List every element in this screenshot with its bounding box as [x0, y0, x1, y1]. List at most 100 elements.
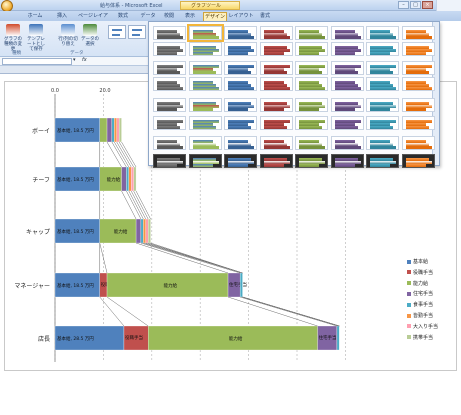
chart-style-thumb[interactable]: [330, 154, 364, 168]
legend-item[interactable]: 基本給: [407, 258, 428, 268]
chart-style-thumb[interactable]: [259, 154, 293, 168]
chart-style-thumb[interactable]: [259, 98, 293, 112]
chart-style-thumb[interactable]: [295, 154, 328, 168]
chart-style-thumb[interactable]: [259, 26, 293, 40]
legend-item[interactable]: 皆勤手当: [407, 312, 433, 322]
chart-style-thumb[interactable]: [366, 61, 399, 75]
thumb-line: [112, 34, 120, 36]
chart-style-thumb[interactable]: [295, 42, 328, 56]
tab-4[interactable]: データ: [138, 12, 158, 21]
chart-style-thumb[interactable]: [188, 42, 222, 56]
chart-style-thumb[interactable]: [153, 77, 186, 91]
chart-style-thumb[interactable]: [153, 26, 186, 40]
tab-5[interactable]: 校閲: [160, 12, 178, 21]
chart-style-thumb[interactable]: [330, 98, 364, 112]
chart-style-thumb[interactable]: [224, 42, 257, 56]
chart-style-thumb[interactable]: [153, 154, 186, 168]
chart-style-thumb[interactable]: [224, 154, 257, 168]
chart-style-thumb[interactable]: [188, 77, 222, 91]
chart-style-thumb[interactable]: [186, 24, 224, 42]
chart-style-thumb[interactable]: [295, 61, 328, 75]
chart-style-thumb[interactable]: [259, 61, 293, 75]
chart-style-thumb[interactable]: [366, 77, 399, 91]
chart-style-thumb[interactable]: [153, 61, 186, 75]
maximize-button[interactable]: □: [410, 1, 421, 9]
thumb-line: [132, 29, 142, 31]
chart-styles-gallery[interactable]: [148, 21, 440, 168]
chart-style-thumb[interactable]: [401, 116, 435, 130]
tab-1[interactable]: 挿入: [52, 12, 72, 21]
chart-style-thumb[interactable]: [188, 61, 222, 75]
chart-style-thumb[interactable]: [188, 116, 222, 130]
chart-style-thumb[interactable]: [401, 136, 435, 150]
quick-layout-thumb[interactable]: [108, 25, 126, 39]
tab-2[interactable]: ページレイアウト: [76, 12, 110, 28]
tab-9[interactable]: 書式: [256, 12, 274, 21]
chart-style-thumb[interactable]: [295, 116, 328, 130]
chart-style-thumb[interactable]: [188, 98, 222, 112]
tab-0[interactable]: ホーム: [22, 12, 48, 21]
thumb-bar: [299, 108, 319, 111]
legend-item[interactable]: 役職手当: [407, 269, 433, 279]
chart-style-thumb[interactable]: [224, 98, 257, 112]
chart-style-thumb[interactable]: [330, 26, 364, 40]
chart-style-thumb[interactable]: [330, 42, 364, 56]
ribbon-button-3[interactable]: データの選択: [80, 24, 100, 47]
legend-item[interactable]: 能力給: [407, 280, 428, 290]
chart-style-thumb[interactable]: [330, 136, 364, 150]
chart-style-thumb[interactable]: [401, 26, 435, 40]
chart-style-thumb[interactable]: [224, 61, 257, 75]
legend-item[interactable]: 食事手当: [407, 301, 433, 311]
chart-style-thumb[interactable]: [295, 26, 328, 40]
chart-style-thumb[interactable]: [295, 77, 328, 91]
name-box[interactable]: [2, 58, 72, 65]
chart-style-thumb[interactable]: [295, 98, 328, 112]
chart-style-thumb[interactable]: [401, 61, 435, 75]
chart-style-thumb[interactable]: [366, 42, 399, 56]
tab-8[interactable]: レイアウト: [228, 12, 254, 21]
chart-style-thumb[interactable]: [153, 42, 186, 56]
legend-item[interactable]: 住宅手当: [407, 290, 433, 300]
quick-layout-thumb[interactable]: [128, 25, 146, 39]
legend-item[interactable]: 携帯手当: [407, 334, 433, 344]
chart-style-thumb[interactable]: [366, 26, 399, 40]
chart-style-thumb[interactable]: [401, 42, 435, 56]
chart-style-thumb[interactable]: [259, 77, 293, 91]
chart-style-thumb[interactable]: [153, 98, 186, 112]
chart-style-thumb[interactable]: [401, 77, 435, 91]
ribbon-button-2[interactable]: 行/列の切り替え: [58, 24, 78, 47]
chart-style-thumb[interactable]: [366, 136, 399, 150]
chart-style-thumb[interactable]: [259, 42, 293, 56]
tab-7[interactable]: デザイン: [203, 12, 227, 21]
chart-style-thumb[interactable]: [153, 116, 186, 130]
chart-style-thumb[interactable]: [330, 61, 364, 75]
close-button[interactable]: ×: [422, 1, 433, 9]
chart-style-thumb[interactable]: [401, 98, 435, 112]
chart-style-thumb[interactable]: [259, 136, 293, 150]
thumb-bar: [370, 52, 390, 55]
bar-segment-住宅手当: [135, 218, 142, 244]
chart-style-thumb[interactable]: [366, 154, 399, 168]
chart-style-thumb[interactable]: [330, 77, 364, 91]
chart-style-thumb[interactable]: [188, 136, 222, 150]
tab-6[interactable]: 表示: [180, 12, 200, 21]
chart-style-thumb[interactable]: [224, 26, 257, 40]
chart-style-thumb[interactable]: [224, 136, 257, 150]
name-box-dropdown-icon[interactable]: ▾: [73, 57, 76, 63]
chart-style-thumb[interactable]: [259, 116, 293, 130]
chart-style-thumb[interactable]: [224, 77, 257, 91]
chart-style-thumb[interactable]: [153, 136, 186, 150]
legend-item[interactable]: 大入り手当: [407, 323, 438, 333]
chart-style-thumb[interactable]: [366, 98, 399, 112]
ribbon-button-1[interactable]: テンプレートとして保存: [26, 24, 46, 52]
chart-style-thumb[interactable]: [401, 154, 435, 168]
thumb-bar: [192, 108, 213, 111]
ribbon-button-0[interactable]: グラフの種類の変更: [3, 24, 23, 52]
tab-3[interactable]: 数式: [112, 12, 134, 21]
minimize-button[interactable]: –: [398, 1, 409, 9]
chart-style-thumb[interactable]: [366, 116, 399, 130]
chart-style-thumb[interactable]: [295, 136, 328, 150]
chart-style-thumb[interactable]: [330, 116, 364, 130]
chart-style-thumb[interactable]: [224, 116, 257, 130]
chart-style-thumb[interactable]: [188, 154, 222, 168]
